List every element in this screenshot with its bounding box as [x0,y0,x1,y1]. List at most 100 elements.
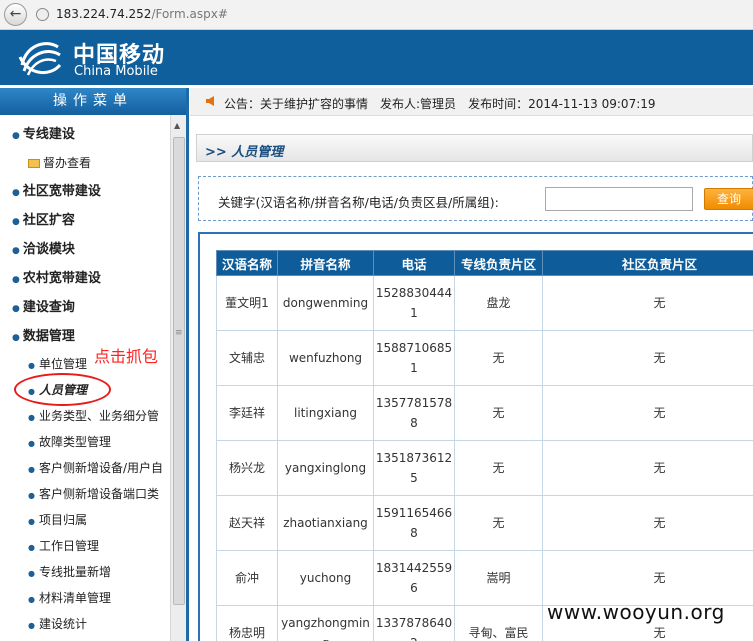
cell-line-area: 无 [454,330,543,386]
menu-item-piliang[interactable]: ● 专线批量新增 [28,563,111,580]
cell-line-area: 寻甸、富民 [454,605,543,641]
cell-name-cn: 文辅忠 [216,330,278,386]
folder-icon [28,159,40,168]
menu-item-qiatan[interactable]: ● 洽谈模块 [12,238,75,257]
menu-header: 操作菜单 [0,88,186,115]
menu-item-kehu-duankou[interactable]: ● 客户侧新增设备端口类 [28,485,159,502]
menu-item-label: 建设统计 [38,617,87,631]
menu-item-label: 客户侧新增设备端口类 [38,487,159,501]
menu-item-label: 专线批量新增 [38,565,111,579]
menu-item-cailiao[interactable]: ● 材料清单管理 [28,589,111,606]
notice-bar: 公告：关于维护扩容的事情 发布人:管理员 发布时间：2014-11-13 09:07… [190,88,753,116]
menu-item-gongzuori[interactable]: ● 工作日管理 [28,537,99,554]
menu-item-nongcun[interactable]: ● 农村宽带建设 [12,267,101,286]
cell-phone: 18314425596 [373,550,455,606]
watermark: www.wooyun.org [547,600,725,624]
menu-item-label: 洽谈模块 [22,242,75,257]
cell-name-pinyin: litingxiang [277,385,374,441]
menu-item-label: 社区宽带建设 [22,184,101,199]
bullet-icon: ● [28,413,35,422]
cell-phone: 15887106851 [373,330,455,386]
table-row[interactable]: 杨兴龙 yangxinglong 13518736125 无 无 [216,440,753,496]
menu-item-label: 单位管理 [38,357,87,371]
bullet-icon: ● [28,621,35,630]
page-icon [36,8,49,21]
scrollbar-thumb[interactable]: ≡ [173,137,185,605]
search-input[interactable] [545,187,693,211]
menu-item-duban[interactable]: 督办查看 [28,154,91,171]
cell-line-area: 无 [454,440,543,496]
menu-item-danwei[interactable]: ● 单位管理 [28,355,87,372]
bullet-icon: ● [28,543,35,552]
bullet-icon: ● [12,333,20,343]
table-row[interactable]: 李廷祥 litingxiang 13577815788 无 无 [216,385,753,441]
speaker-icon [206,96,214,106]
notice-announcement[interactable]: 公告：关于维护扩容的事情 [224,97,368,111]
cell-name-pinyin: yuchong [277,550,374,606]
menu-item-label: 材料清单管理 [38,591,111,605]
china-mobile-logo-icon [18,42,62,76]
menu-item-xiangmu[interactable]: ● 项目归属 [28,511,87,528]
cell-community-area: 无 [542,550,753,606]
cell-phone: 13378786402 [373,605,455,641]
search-button[interactable]: 查询 [704,188,753,210]
bullet-icon: ● [28,361,35,370]
notice-text: 公告：关于维护扩容的事情 发布人:管理员 发布时间：2014-11-13 09:07… [224,95,668,112]
search-label: 关键字(汉语名称/拼音名称/电话/负责区县/所属组): [218,195,499,210]
cell-name-pinyin: dongwenming [277,275,374,331]
menu-item-shuju-guanli[interactable]: ● 数据管理 [12,325,75,344]
bullet-icon: ● [28,569,35,578]
bullet-icon: ● [12,188,20,198]
menu-item-zhuanxian[interactable]: ● 专线建设 [12,123,75,142]
bullet-icon: ● [12,131,20,141]
cell-community-area: 无 [542,330,753,386]
cell-community-area: 无 [542,385,753,441]
table-header-row: 汉语名称 拼音名称 电话 专线负责片区 社区负责片区 [216,250,753,276]
annotation-circle [14,373,111,406]
table-row[interactable]: 董文明1 dongwenming 15288304441 盘龙 无 [216,275,753,331]
bullet-icon: ● [28,439,35,448]
notice-publisher: 发布人:管理员 [380,97,457,111]
menu-item-guzhang[interactable]: ● 故障类型管理 [28,433,111,450]
page-title: >> 人员管理 [205,145,284,160]
url-path: /Form.aspx# [151,7,228,21]
bullet-icon: ● [12,246,20,256]
cell-name-cn: 赵天祥 [216,495,278,551]
menu-item-jianshe-chaxun[interactable]: ● 建设查询 [12,296,75,315]
menu-item-label: 建设查询 [22,300,75,315]
bullet-icon: ● [28,465,35,474]
scroll-up-icon[interactable]: ▲ [174,121,180,130]
cell-name-pinyin: zhaotianxiang [277,495,374,551]
address-url[interactable]: 183.224.74.252/Form.aspx# [56,7,228,21]
cell-phone: 13518736125 [373,440,455,496]
cell-phone: 15288304441 [373,275,455,331]
menu-item-kehu-shebei[interactable]: ● 客户侧新增设备/用户自 [28,459,163,476]
back-button[interactable]: ← [4,3,27,26]
sidebar-scrollbar[interactable]: ▲ ≡ [170,115,186,641]
frame-divider[interactable] [186,88,189,641]
cell-name-cn: 李廷祥 [216,385,278,441]
table-row[interactable]: 文辅忠 wenfuzhong 15887106851 无 无 [216,330,753,386]
column-header: 拼音名称 [277,250,374,276]
bullet-icon: ● [28,517,35,526]
cell-line-area: 无 [454,495,543,551]
menu-item-label: 专线建设 [22,127,75,142]
cell-line-area: 嵩明 [454,550,543,606]
bullet-icon: ● [28,595,35,604]
menu-item-jianshe-tongji[interactable]: ● 建设统计 [28,615,87,632]
menu-item-label: 项目归属 [38,513,87,527]
cell-community-area: 无 [542,440,753,496]
menu-item-label: 故障类型管理 [38,435,111,449]
content-title-bar: >> 人员管理 [196,134,753,162]
menu-item-yewu-leixing[interactable]: ● 业务类型、业务细分管 [28,407,159,424]
menu-item-shequ-kuorong[interactable]: ● 社区扩容 [12,209,75,228]
column-header: 专线负责片区 [454,250,543,276]
column-header: 汉语名称 [216,250,278,276]
table-row[interactable]: 俞冲 yuchong 18314425596 嵩明 无 [216,550,753,606]
notice-time: 发布时间：2014-11-13 09:07:19 [468,97,656,111]
search-panel: 关键字(汉语名称/拼音名称/电话/负责区县/所属组): 查询 [198,176,753,221]
table-row[interactable]: 赵天祥 zhaotianxiang 15911654668 无 无 [216,495,753,551]
menu-item-label: 数据管理 [22,329,75,344]
cell-community-area: 无 [542,495,753,551]
menu-item-shequ-kuandai[interactable]: ● 社区宽带建设 [12,180,101,199]
